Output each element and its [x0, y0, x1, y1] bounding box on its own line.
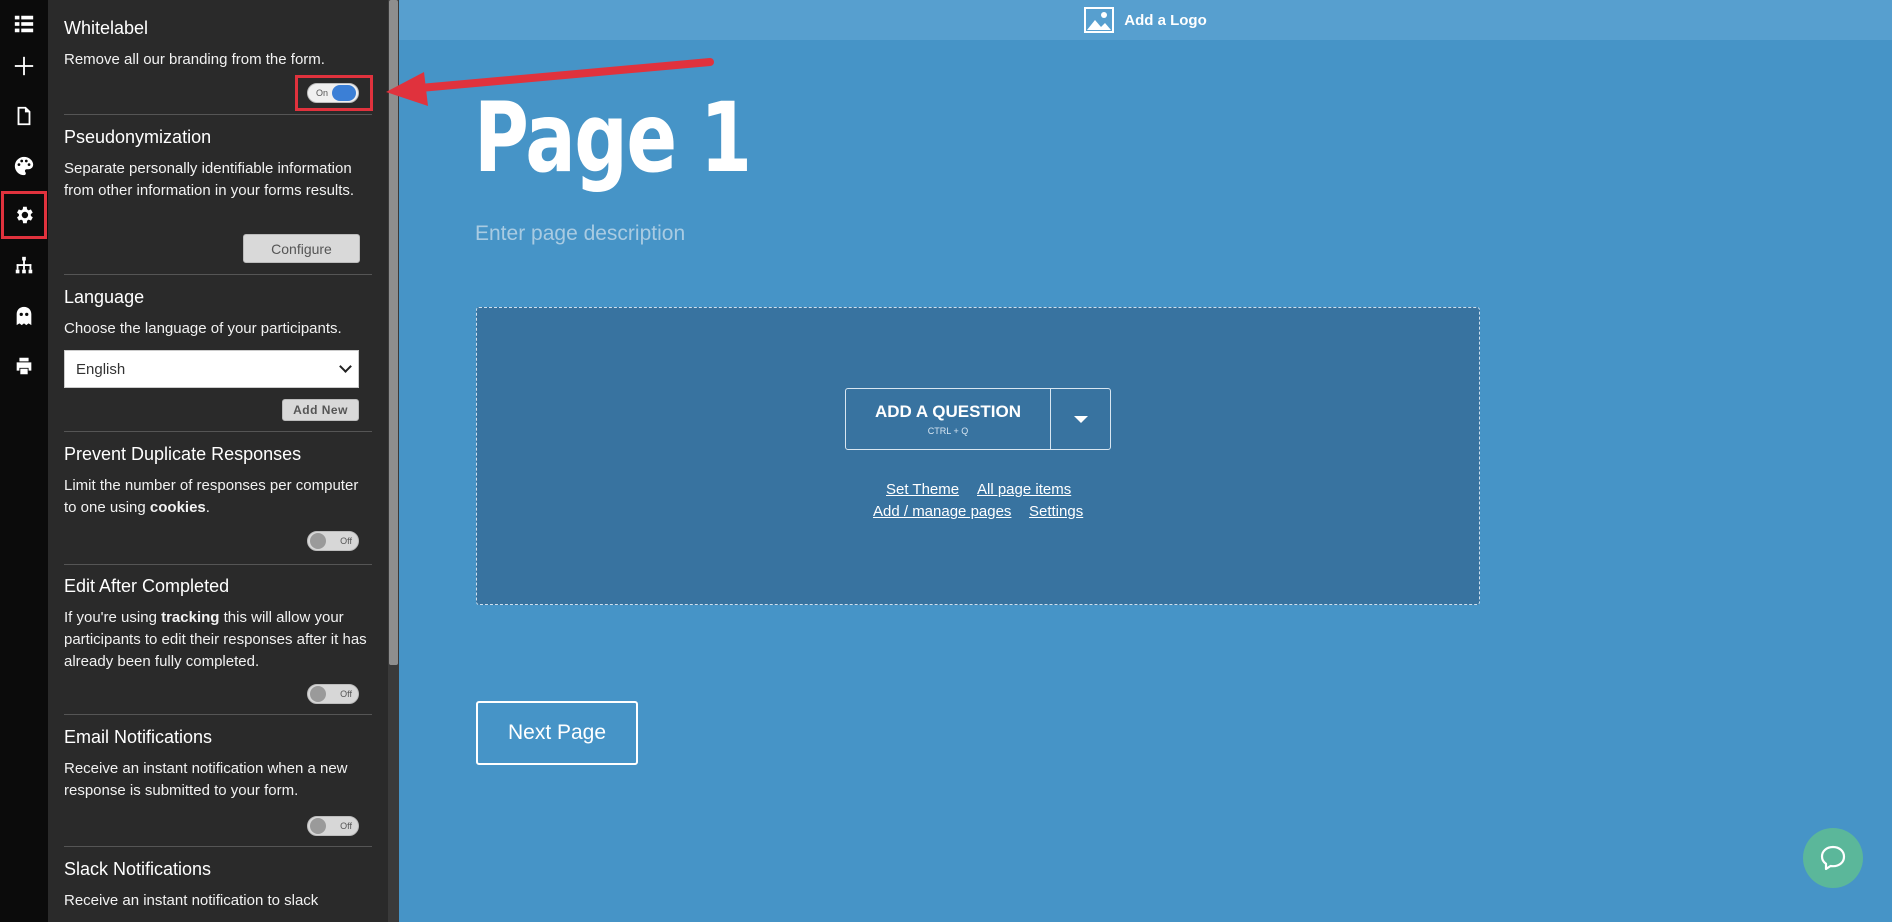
- edit-after-title: Edit After Completed: [64, 576, 230, 596]
- settings-link[interactable]: Settings: [1029, 503, 1083, 520]
- whitelabel-desc: Remove all our branding from the form.: [64, 51, 325, 68]
- duplicate-title: Prevent Duplicate Responses: [64, 444, 302, 464]
- language-title: Language: [64, 287, 145, 307]
- image-icon: [1084, 7, 1115, 33]
- sitemap-icon[interactable]: [0, 242, 48, 290]
- list-icon[interactable]: [0, 0, 48, 48]
- chat-button[interactable]: [1803, 828, 1863, 888]
- email-desc: Receive an instant notification when a n…: [64, 760, 348, 799]
- icon-rail: [0, 0, 48, 922]
- gear-icon[interactable]: [1, 191, 47, 239]
- palette-icon[interactable]: [0, 142, 48, 190]
- set-theme-link[interactable]: Set Theme: [886, 481, 959, 498]
- edit-after-desc: If you're using tracking this will allow…: [64, 609, 367, 670]
- question-dropzone[interactable]: [476, 307, 1480, 605]
- email-toggle[interactable]: Off: [307, 816, 359, 836]
- pseudonymization-desc: Separate personally identifiable informa…: [64, 160, 355, 199]
- plus-icon[interactable]: [0, 42, 48, 90]
- print-icon[interactable]: [0, 342, 48, 390]
- slack-title: Slack Notifications: [64, 859, 212, 879]
- whitelabel-title: Whitelabel: [64, 18, 149, 38]
- add-logo-button[interactable]: Add a Logo: [1084, 7, 1207, 33]
- whitelabel-toggle[interactable]: On: [307, 83, 359, 103]
- chat-bubble-icon: [1820, 845, 1846, 871]
- edit-after-toggle[interactable]: Off: [307, 684, 359, 704]
- add-language-button[interactable]: Add New: [282, 399, 359, 421]
- email-title: Email Notifications: [64, 727, 213, 747]
- manage-pages-link[interactable]: Add / manage pages: [873, 503, 1011, 520]
- document-icon[interactable]: [0, 92, 48, 140]
- language-select[interactable]: English: [64, 350, 359, 388]
- pseudonymization-title: Pseudonymization: [64, 127, 212, 147]
- caret-down-icon: [1073, 415, 1088, 423]
- all-page-items-link[interactable]: All page items: [977, 481, 1071, 498]
- next-page-button[interactable]: Next Page: [476, 701, 638, 765]
- slack-desc: Receive an instant notification to slack: [64, 892, 319, 909]
- add-question-button[interactable]: ADD A QUESTION CTRL + Q: [845, 388, 1111, 450]
- duplicate-toggle[interactable]: Off: [307, 531, 359, 551]
- chevron-down-icon: [339, 360, 352, 373]
- ghost-icon[interactable]: [0, 292, 48, 340]
- settings-panel: Whitelabel Remove all our branding from …: [48, 0, 388, 922]
- language-desc: Choose the language of your participants…: [64, 320, 342, 337]
- page-description-input[interactable]: Enter page description: [475, 222, 685, 246]
- panel-scrollbar[interactable]: [388, 0, 399, 922]
- annotation-arrow: [386, 58, 714, 106]
- slack-section: Slack Notifications Receive an instant n…: [64, 859, 372, 922]
- duplicate-desc: Limit the number of responses per comput…: [64, 477, 359, 516]
- configure-button[interactable]: Configure: [243, 234, 360, 263]
- logo-bar: Add a Logo: [399, 0, 1892, 40]
- add-question-dropdown[interactable]: [1051, 389, 1110, 449]
